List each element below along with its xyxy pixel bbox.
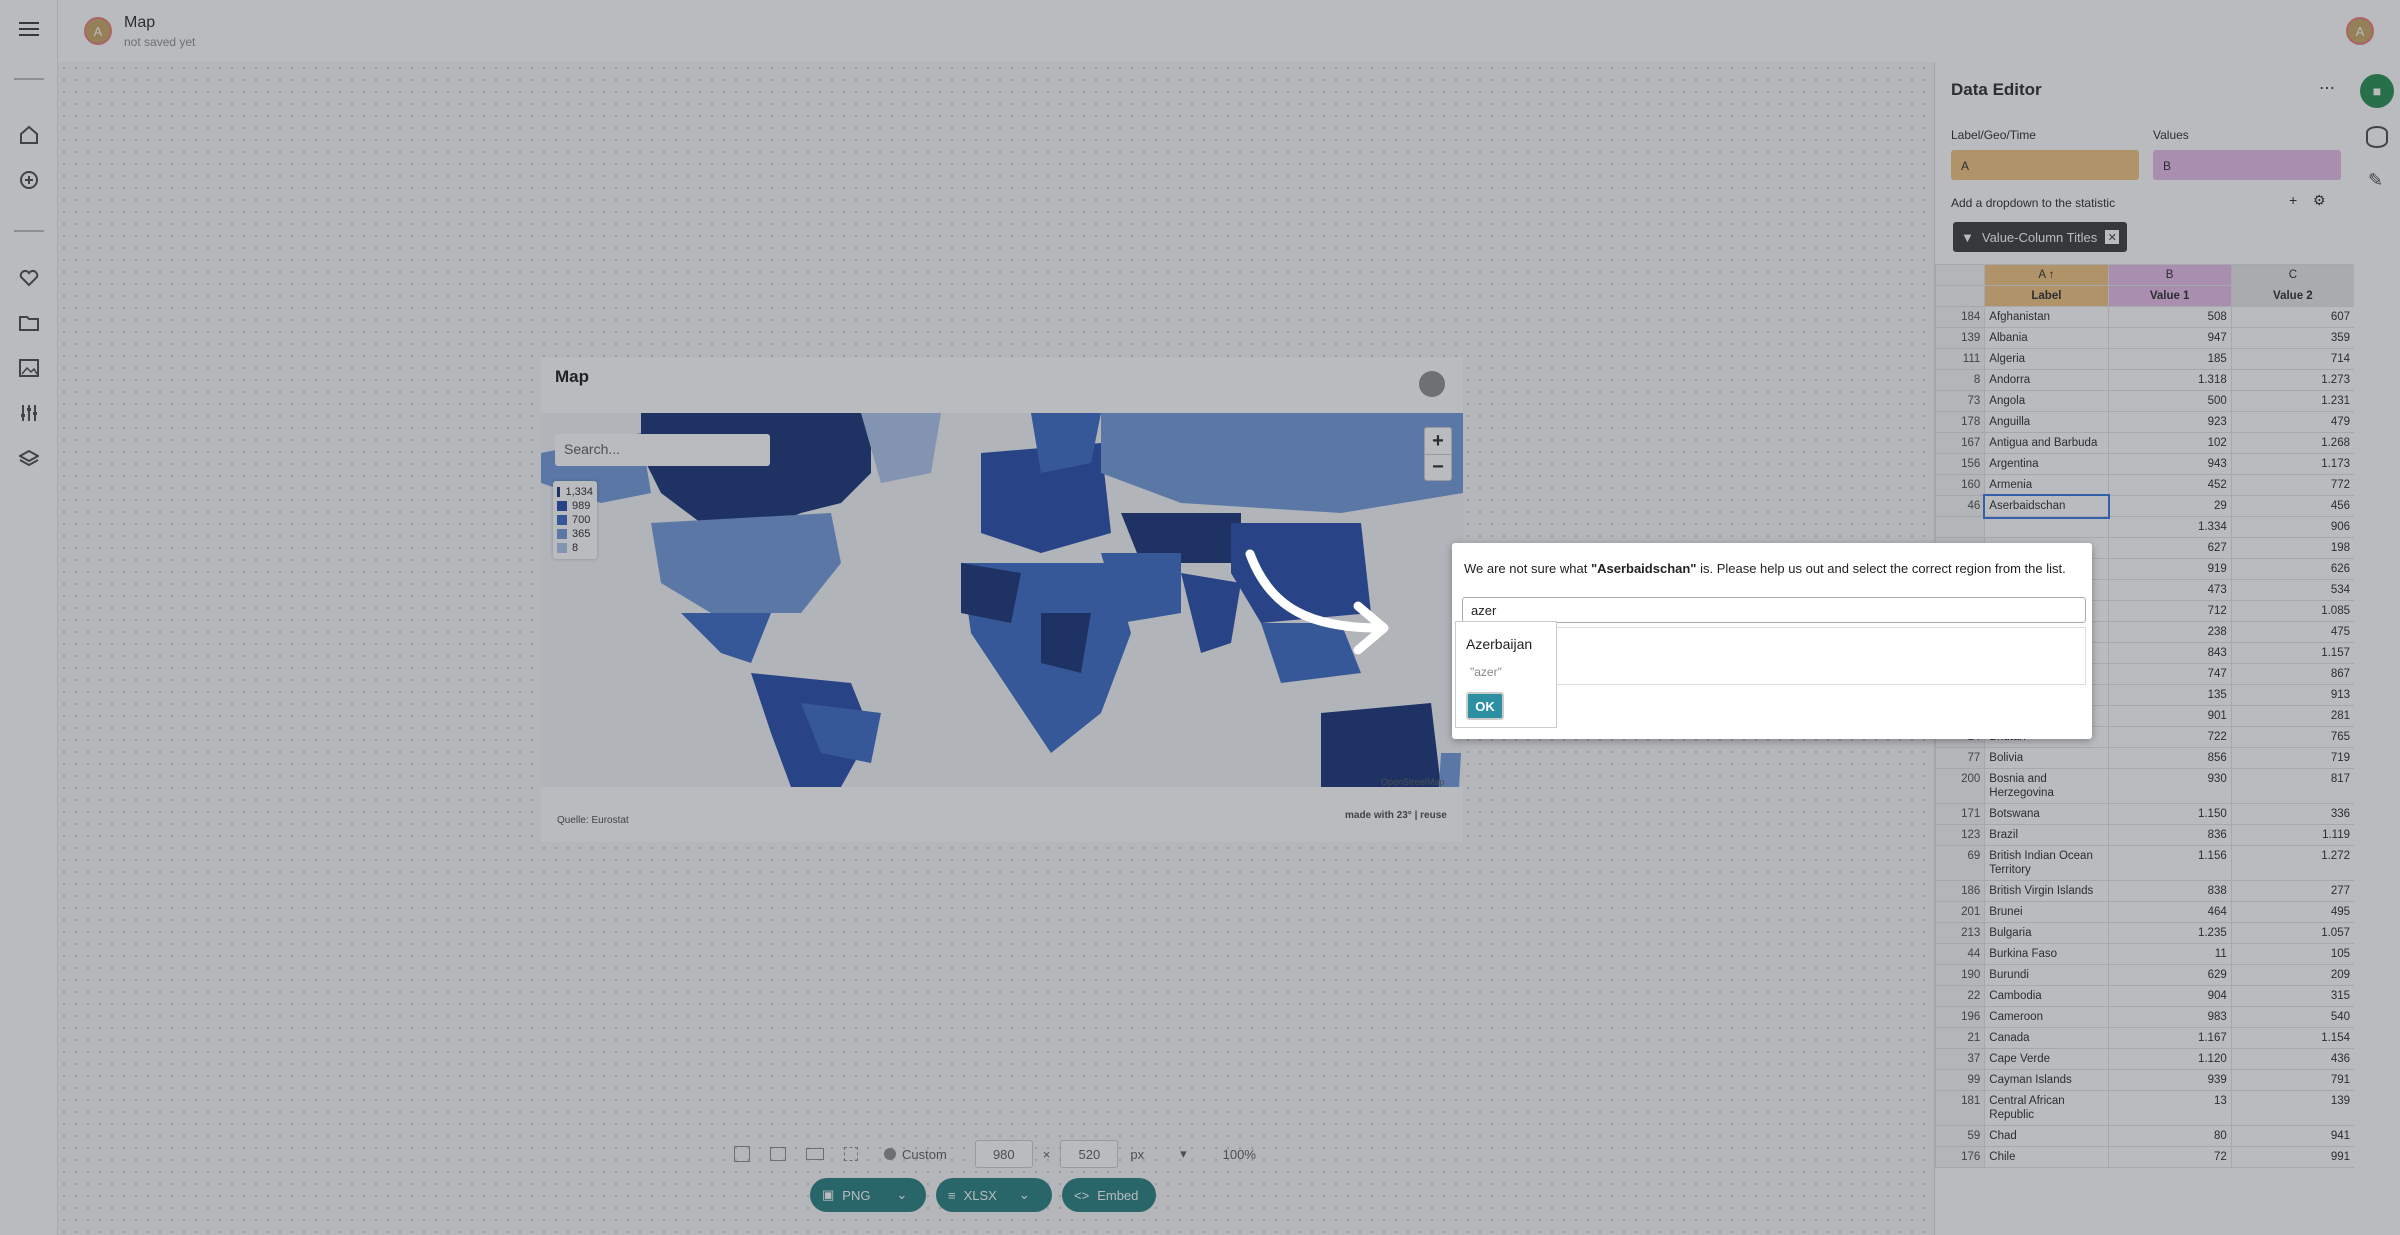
msg-prefix: We are not sure what	[1464, 561, 1591, 576]
highlighted-suggestion: Azerbaijan "azer" OK	[1455, 621, 1557, 728]
suggestion-query: "azer"	[1470, 665, 1502, 679]
msg-bold: "Aserbaidschan"	[1590, 561, 1697, 576]
msg-suffix: is. Please help us out and select the co…	[1696, 561, 2066, 576]
pointer-arrow-icon	[1245, 549, 1389, 655]
dialog-message: We are not sure what "Aserbaidschan" is.…	[1464, 561, 2066, 576]
app-root: A Map not saved yet A Map Search... 1,33…	[0, 0, 2400, 1235]
ok-button[interactable]: OK	[1466, 692, 1504, 720]
suggestion-azerbaijan[interactable]: Azerbaijan	[1466, 636, 1532, 652]
region-search-input[interactable]: azer	[1462, 597, 2086, 623]
